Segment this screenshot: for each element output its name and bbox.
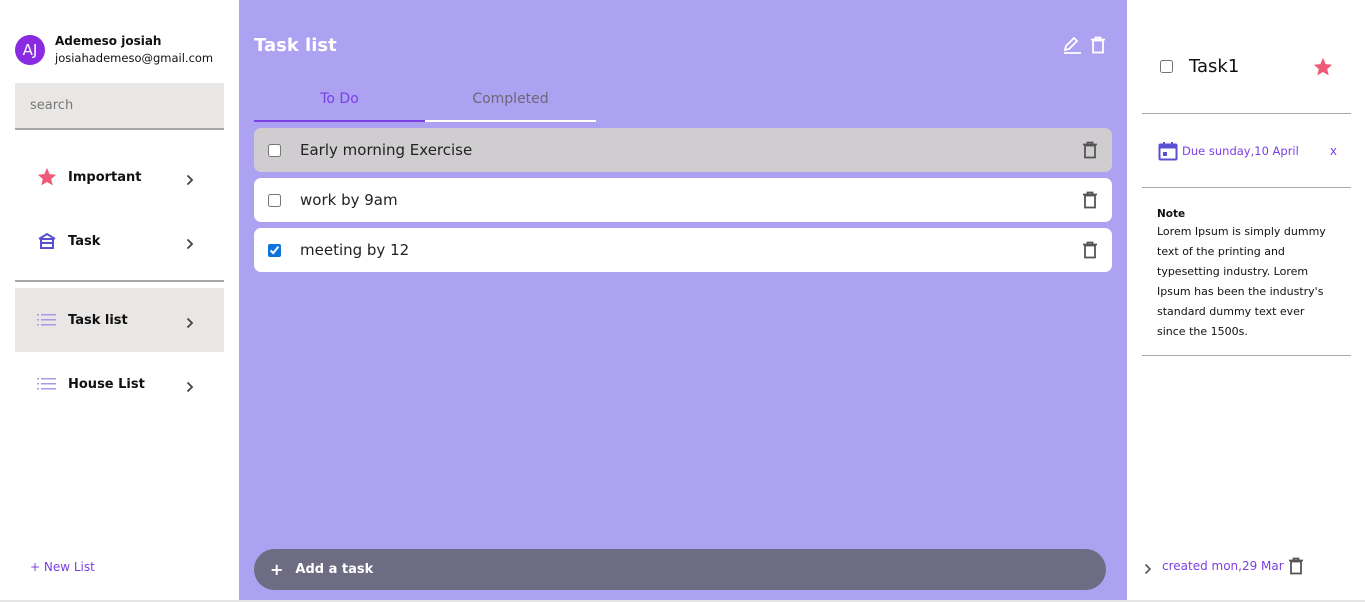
task-checkbox[interactable] bbox=[268, 193, 281, 207]
trash-icon[interactable] bbox=[1080, 240, 1100, 260]
detail-task-checkbox[interactable] bbox=[1160, 60, 1173, 73]
tab-todo[interactable]: To Do bbox=[254, 88, 425, 122]
main-panel: Task list To Do Completed Early morning … bbox=[239, 0, 1127, 600]
due-date-row[interactable]: Due sunday,10 April x bbox=[1142, 115, 1351, 188]
calendar-icon bbox=[1158, 141, 1178, 161]
add-task-label: Add a task bbox=[295, 562, 374, 577]
delete-list-icon[interactable] bbox=[1088, 35, 1108, 55]
chevron-right-icon bbox=[184, 235, 196, 250]
search-input[interactable] bbox=[15, 83, 224, 128]
created-row: created mon,29 Mar bbox=[1142, 557, 1306, 575]
sidebar-item-label: Important bbox=[68, 169, 142, 185]
sidebar-item-task-list[interactable]: Task list bbox=[15, 288, 224, 352]
task-text: Early morning Exercise bbox=[300, 141, 473, 159]
user-profile[interactable]: AJ Ademeso josiah josiahademeso@gmail.co… bbox=[15, 33, 213, 67]
user-email: josiahademeso@gmail.com bbox=[55, 51, 214, 65]
sidebar-item-label: Task list bbox=[68, 312, 128, 328]
task-checkbox[interactable] bbox=[268, 143, 281, 157]
task-text: meeting by 12 bbox=[300, 241, 410, 259]
chevron-right-icon bbox=[184, 314, 196, 329]
sidebar-divider bbox=[15, 280, 224, 282]
due-date-text: Due sunday,10 April bbox=[1182, 144, 1299, 158]
created-date-text: created mon,29 Mar bbox=[1162, 559, 1284, 573]
app-root: AJ Ademeso josiah josiahademeso@gmail.co… bbox=[0, 0, 1365, 602]
task-text: work by 9am bbox=[300, 191, 398, 209]
page-title: Task list bbox=[254, 35, 337, 56]
title-toolbar bbox=[1062, 35, 1108, 55]
sidebar-item-label: House List bbox=[68, 376, 145, 392]
note-section[interactable]: Note Lorem Ipsum is simply dummy text of… bbox=[1142, 188, 1351, 356]
detail-header: Task1 bbox=[1142, 50, 1351, 114]
remove-due-button[interactable]: x bbox=[1330, 144, 1337, 158]
tab-completed[interactable]: Completed bbox=[425, 88, 596, 122]
edit-icon[interactable] bbox=[1062, 35, 1082, 55]
sidebar: AJ Ademeso josiah josiahademeso@gmail.co… bbox=[0, 0, 239, 600]
task-row[interactable]: work by 9am bbox=[254, 178, 1112, 222]
trash-icon[interactable] bbox=[1080, 190, 1100, 210]
star-icon bbox=[36, 166, 58, 188]
task-tabs: To Do Completed bbox=[254, 88, 597, 122]
list-icon bbox=[36, 373, 58, 395]
add-task-button[interactable]: + Add a task bbox=[254, 549, 1106, 590]
profile-text: Ademeso josiah josiahademeso@gmail.com bbox=[55, 33, 213, 67]
list-icon bbox=[36, 309, 58, 331]
task-row[interactable]: Early morning Exercise bbox=[254, 128, 1112, 172]
user-name: Ademeso josiah bbox=[55, 34, 162, 48]
task-row[interactable]: meeting by 12 bbox=[254, 228, 1112, 272]
chevron-right-icon bbox=[184, 378, 196, 393]
note-label: Note bbox=[1157, 208, 1186, 220]
sidebar-item-label: Task bbox=[68, 233, 101, 249]
plus-icon: + bbox=[270, 560, 284, 579]
new-list-button[interactable]: + New List bbox=[30, 560, 95, 574]
task-detail-panel: Task1 Due sunday,10 April x Note Lorem I… bbox=[1127, 0, 1365, 600]
avatar: AJ bbox=[15, 35, 45, 65]
chevron-right-icon[interactable] bbox=[1142, 560, 1154, 575]
star-icon[interactable] bbox=[1312, 56, 1334, 78]
trash-icon[interactable] bbox=[1288, 557, 1306, 575]
chevron-right-icon bbox=[184, 171, 196, 186]
sidebar-item-task[interactable]: Task bbox=[15, 209, 224, 273]
note-text: Lorem Ipsum is simply dummy text of the … bbox=[1157, 225, 1326, 338]
sidebar-item-house-list[interactable]: House List bbox=[15, 352, 224, 416]
sidebar-item-important[interactable]: Important bbox=[15, 145, 224, 209]
search-box bbox=[15, 83, 224, 130]
task-checkbox[interactable] bbox=[268, 243, 281, 257]
home-icon bbox=[36, 230, 58, 252]
trash-icon[interactable] bbox=[1080, 140, 1100, 160]
detail-task-title: Task1 bbox=[1189, 56, 1240, 77]
